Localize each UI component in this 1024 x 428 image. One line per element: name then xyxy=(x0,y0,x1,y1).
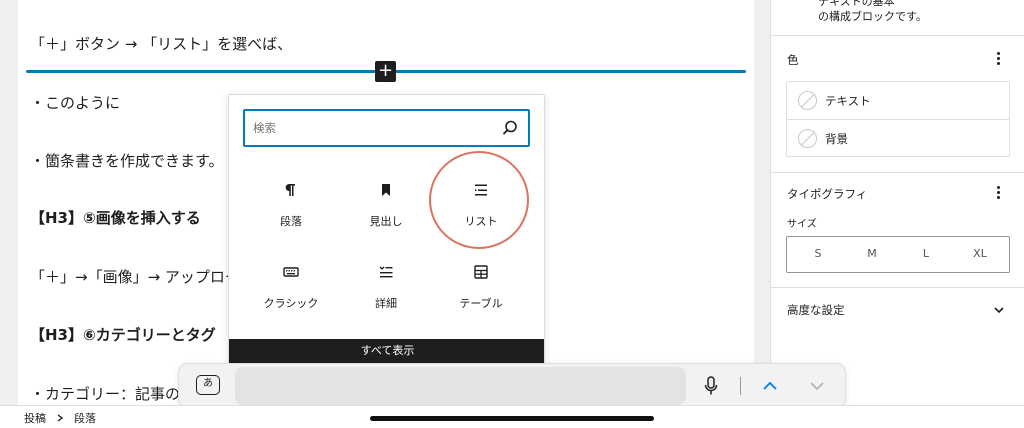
empty-swatch-icon xyxy=(798,91,817,110)
table-icon xyxy=(474,265,488,279)
editor-screen: 「＋」ボタン → 「リスト」を選べば、 + ・このように ・箇条書きを作成できま… xyxy=(0,0,1024,428)
heading-bookmark-icon xyxy=(382,184,390,196)
paragraph-icon xyxy=(285,184,295,196)
divider xyxy=(740,377,741,395)
search-field[interactable] xyxy=(243,109,530,147)
keyboard-icon xyxy=(283,267,299,277)
paragraph-block[interactable]: ・このように xyxy=(30,92,120,113)
color-option-label: テキスト xyxy=(825,94,871,108)
divider xyxy=(771,172,1024,173)
plus-icon[interactable]: + xyxy=(375,61,396,82)
block-inserter-popover: 段落 見出し リスト クラシック xyxy=(228,94,545,368)
block-list[interactable]: リスト xyxy=(436,181,526,251)
block-label: テーブル xyxy=(459,297,503,310)
settings-sidebar: テキストの基本 の構成ブロックです。 色 テキスト 背景 タイポグラフィ サイズ… xyxy=(770,0,1024,405)
details-icon xyxy=(379,266,393,278)
block-details[interactable]: 詳細 xyxy=(341,263,431,333)
breadcrumb-paragraph[interactable]: 段落 xyxy=(74,410,96,426)
keyboard-accessory-bar: あ xyxy=(178,363,846,408)
font-size-label: サイズ xyxy=(787,219,817,230)
block-description: の構成ブロックです。 xyxy=(818,10,927,23)
chevron-down-icon[interactable] xyxy=(808,377,826,395)
color-settings-group: テキスト 背景 xyxy=(786,81,1010,157)
block-label: クラシック xyxy=(263,297,319,310)
size-option-l[interactable]: L xyxy=(906,247,946,260)
block-label: 詳細 xyxy=(375,297,397,310)
divider xyxy=(771,35,1024,36)
home-indicator xyxy=(370,416,654,421)
paragraph-block[interactable]: 「＋」→「画像」→ アップロード xyxy=(30,266,255,287)
heading-block[interactable]: 【H3】⑤画像を挿入する xyxy=(30,207,201,228)
color-panel-title: 色 xyxy=(787,53,799,67)
empty-swatch-icon xyxy=(798,129,817,148)
size-option-m[interactable]: M xyxy=(852,247,892,260)
typography-panel-title: タイポグラフィ xyxy=(787,187,868,201)
kebab-menu-icon[interactable] xyxy=(993,51,1003,67)
paragraph-block[interactable]: ・カテゴリー：記事の xyxy=(30,383,180,404)
chevron-right-icon xyxy=(57,414,64,422)
search-icon xyxy=(502,120,517,135)
color-option-label: 背景 xyxy=(825,132,848,146)
advanced-panel-toggle[interactable]: 高度な設定 xyxy=(787,302,845,318)
block-label: 見出し xyxy=(369,215,403,228)
block-table[interactable]: テーブル xyxy=(436,263,526,333)
search-input[interactable] xyxy=(253,119,483,137)
paragraph-block[interactable]: 「＋」ボタン → 「リスト」を選べば、 xyxy=(30,33,292,54)
chevron-down-icon[interactable] xyxy=(993,304,1005,316)
text-color-option[interactable]: テキスト xyxy=(787,82,1009,119)
font-size-toggle-group: S M L XL xyxy=(786,236,1010,273)
heading-block[interactable]: 【H3】⑥カテゴリーとタグ xyxy=(30,324,216,345)
size-option-s[interactable]: S xyxy=(798,247,838,260)
input-mode-button[interactable]: あ xyxy=(196,375,220,395)
divider xyxy=(771,287,1024,288)
background-color-option[interactable]: 背景 xyxy=(787,119,1009,156)
block-paragraph[interactable]: 段落 xyxy=(246,181,336,251)
kebab-menu-icon[interactable] xyxy=(993,185,1003,201)
block-heading[interactable]: 見出し xyxy=(341,181,431,251)
size-option-xl[interactable]: XL xyxy=(960,247,1000,260)
block-label: リスト xyxy=(464,215,498,228)
block-label: 段落 xyxy=(280,215,302,228)
breadcrumb-post[interactable]: 投稿 xyxy=(24,410,46,426)
chevron-up-icon[interactable] xyxy=(761,377,779,395)
predictive-text-field[interactable] xyxy=(235,367,686,405)
list-icon xyxy=(475,184,487,196)
microphone-icon[interactable] xyxy=(703,375,719,397)
paragraph-block[interactable]: ・箇条書きを作成できます。 xyxy=(30,150,224,171)
block-classic[interactable]: クラシック xyxy=(246,263,336,333)
